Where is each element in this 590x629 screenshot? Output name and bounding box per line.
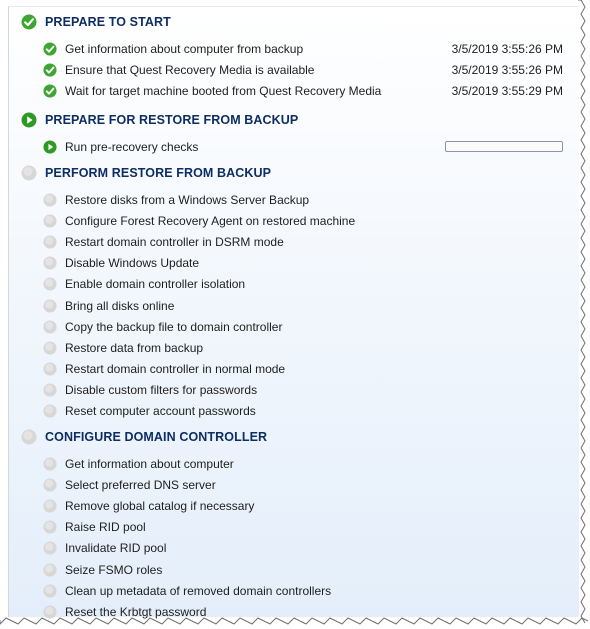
pending-circle-icon [43, 193, 57, 207]
pending-circle-icon [21, 165, 37, 181]
section-header: PREPARE FOR RESTORE FROM BACKUP [21, 111, 298, 129]
step-item: Remove global catalog if necessary [43, 497, 563, 515]
section-title: PREPARE FOR RESTORE FROM BACKUP [45, 113, 299, 127]
step-label: Copy the backup file to domain controlle… [65, 319, 283, 334]
step-item: Ensure that Quest Recovery Media is avai… [43, 61, 563, 79]
check-circle-icon [43, 84, 57, 98]
check-circle-icon [21, 14, 37, 30]
step-item: Run pre-recovery checks [43, 138, 563, 156]
pending-circle-icon [43, 341, 57, 355]
step-item: Get information about computer [43, 455, 563, 473]
pending-circle-icon [43, 541, 57, 555]
step-item: Invalidate RID pool [43, 539, 563, 557]
step-item: Get information about computer from back… [43, 40, 563, 58]
step-label: Remove global catalog if necessary [65, 499, 255, 514]
step-label: Clean up metadata of removed domain cont… [65, 583, 332, 598]
step-label: Configure Forest Recovery Agent on resto… [65, 214, 356, 229]
pending-circle-icon [43, 362, 57, 376]
step-label: Wait for target machine booted from Ques… [65, 84, 382, 99]
step-label: Get information about computer [65, 457, 234, 471]
step-label: Restore data from backup [65, 340, 204, 355]
step-label: Disable custom filters for passwords [65, 382, 258, 397]
step-progress-bar [445, 141, 563, 152]
step-item: Restart domain controller in DSRM mode [43, 233, 563, 251]
pending-circle-icon [43, 320, 57, 334]
step-label: Disable Windows Update [65, 256, 200, 271]
section-title: CONFIGURE DOMAIN CONTROLLER [45, 430, 268, 444]
pending-circle-icon [43, 404, 57, 418]
step-timestamp: 3/5/2019 3:55:29 PM [451, 84, 563, 99]
step-item: Copy the backup file to domain controlle… [43, 318, 563, 336]
step-item: Restore data from backup [43, 339, 563, 357]
check-circle-icon [43, 42, 57, 56]
step-item: Disable Windows Update [43, 254, 563, 272]
pending-circle-icon [21, 429, 37, 445]
step-item: Restore disks from a Windows Server Back… [43, 191, 563, 209]
step-item: Clean up metadata of removed domain cont… [43, 582, 563, 600]
torn-edge-bottom [0, 617, 589, 625]
pending-circle-icon [43, 235, 57, 249]
step-item: Bring all disks online [43, 297, 563, 315]
section-header: PERFORM RESTORE FROM BACKUP [21, 164, 271, 182]
step-item: Restart domain controller in normal mode [43, 360, 563, 378]
pending-circle-icon [43, 457, 57, 471]
section-header: CONFIGURE DOMAIN CONTROLLER [21, 428, 267, 446]
step-label: Select preferred DNS server [65, 478, 216, 493]
step-timestamp: 3/5/2019 3:55:26 PM [451, 63, 563, 78]
step-label: Restart domain controller in DSRM mode [65, 235, 284, 250]
step-label: Restart domain controller in normal mode [65, 361, 286, 376]
torn-edge-right [578, 0, 586, 624]
step-item: Disable custom filters for passwords [43, 381, 563, 399]
step-label: Bring all disks online [65, 298, 175, 313]
pending-circle-icon [43, 478, 57, 492]
step-item: Wait for target machine booted from Ques… [43, 82, 563, 100]
step-label: Run pre-recovery checks [65, 140, 199, 154]
pending-circle-icon [43, 584, 57, 598]
pending-circle-icon [43, 256, 57, 270]
step-item: Raise RID pool [43, 518, 563, 536]
step-label: Raise RID pool [65, 520, 146, 535]
step-label: Reset computer account passwords [65, 404, 256, 418]
pending-circle-icon [43, 298, 57, 313]
step-item: Select preferred DNS server [43, 476, 563, 494]
recovery-steps-panel: PREPARE TO START Get information about co… [8, 6, 579, 619]
step-label: Restore disks from a Windows Server Back… [65, 193, 310, 207]
pending-circle-icon [43, 499, 57, 513]
step-label: Get information about computer from back… [65, 42, 304, 56]
play-circle-icon [21, 112, 37, 128]
step-timestamp: 3/5/2019 3:55:26 PM [451, 42, 563, 56]
section-title: PREPARE TO START [45, 15, 171, 29]
step-label: Seize FSMO roles [65, 562, 163, 577]
pending-circle-icon [43, 214, 57, 228]
section-title: PERFORM RESTORE FROM BACKUP [45, 166, 272, 180]
section-header: PREPARE TO START [21, 13, 171, 31]
step-item: Enable domain controller isolation [43, 275, 563, 293]
step-label: Ensure that Quest Recovery Media is avai… [65, 63, 315, 78]
pending-circle-icon [43, 520, 57, 534]
step-item: Configure Forest Recovery Agent on resto… [43, 212, 563, 230]
step-label: Invalidate RID pool [65, 541, 167, 556]
play-circle-icon [43, 140, 57, 154]
step-item: Seize FSMO roles [43, 561, 563, 579]
pending-circle-icon [43, 383, 57, 397]
step-label: Enable domain controller isolation [65, 277, 246, 292]
step-item: Reset computer account passwords [43, 402, 563, 420]
check-circle-icon [43, 63, 57, 77]
pending-circle-icon [43, 562, 57, 577]
pending-circle-icon [43, 277, 57, 291]
